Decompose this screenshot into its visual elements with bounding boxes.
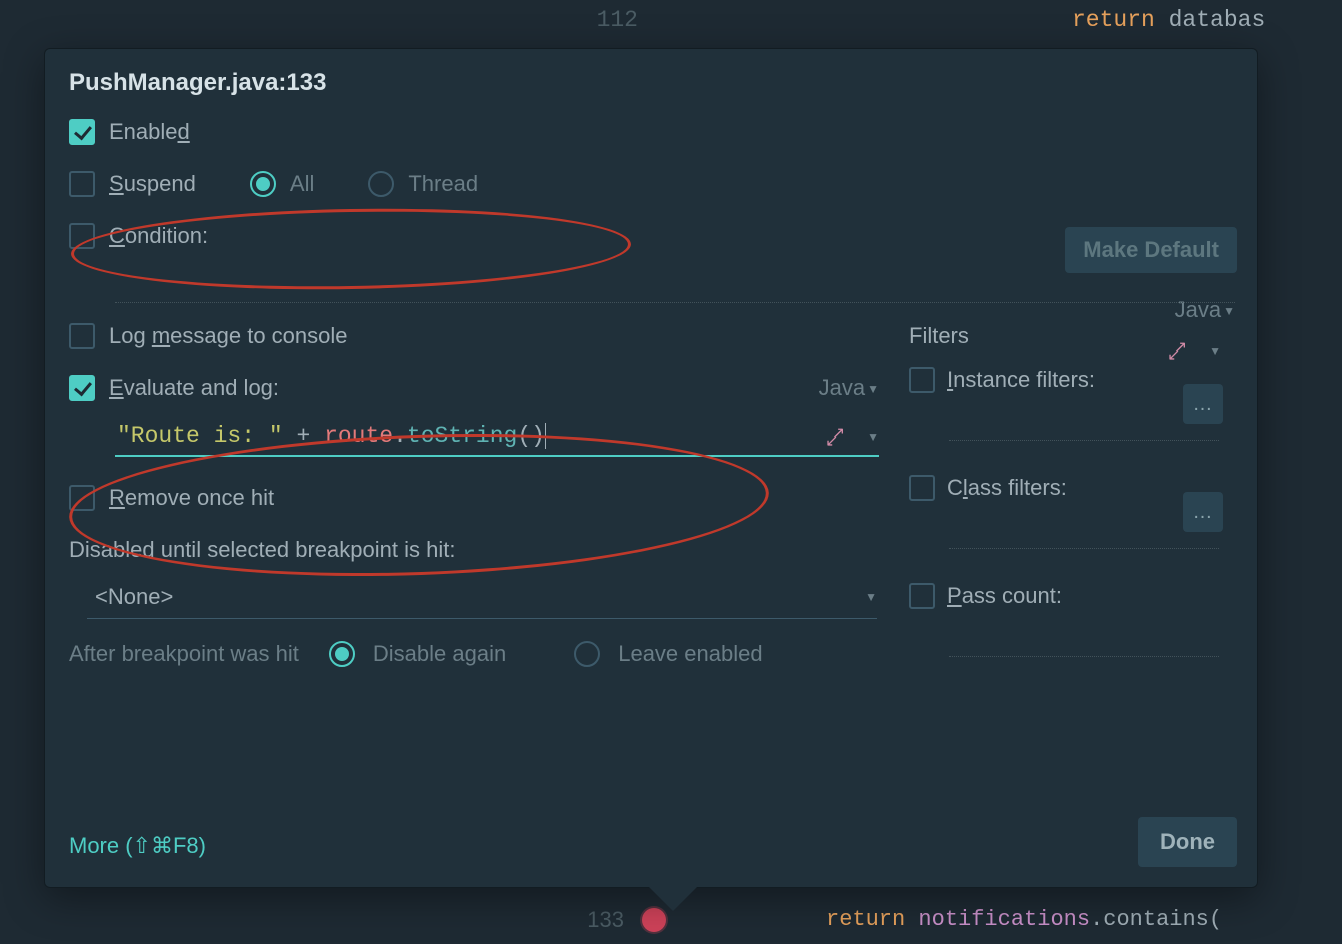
class-filters-label: Class filters: <box>947 475 1067 501</box>
breakpoint-dialog: PushManager.java:133 Enabled Suspend All… <box>44 48 1258 888</box>
class-filters-checkbox[interactable] <box>909 475 935 501</box>
enabled-label: Enabled <box>109 119 190 145</box>
suspend-all-radio[interactable] <box>250 171 276 197</box>
condition-checkbox[interactable] <box>69 223 95 249</box>
condition-label: Condition: <box>109 223 208 249</box>
log-message-label: Log message to console <box>109 323 348 349</box>
done-button[interactable]: Done <box>1138 817 1237 867</box>
chevron-down-icon[interactable]: ▼ <box>1209 344 1221 358</box>
thread-label: Thread <box>408 171 478 197</box>
pass-count-checkbox[interactable] <box>909 583 935 609</box>
leave-enabled-label: Leave enabled <box>618 641 762 667</box>
expand-icon[interactable] <box>825 427 845 447</box>
evaluate-log-checkbox[interactable] <box>69 375 95 401</box>
code-line: return notifications.contains( <box>826 896 1222 944</box>
chevron-down-icon: ▼ <box>865 590 877 604</box>
pass-count-label: Pass count: <box>947 583 1062 609</box>
disable-again-radio[interactable] <box>329 641 355 667</box>
gutter: 112 <box>578 0 638 40</box>
breakpoint-icon[interactable] <box>642 908 666 932</box>
instance-filters-label: Instance filters: <box>947 367 1095 393</box>
chevron-down-icon[interactable]: ▼ <box>867 430 879 444</box>
disabled-until-label: Disabled until selected breakpoint is hi… <box>69 537 879 563</box>
class-filters-input[interactable]: … <box>949 513 1219 549</box>
evaluate-expression-input[interactable]: "Route is: " + route.toString() <box>115 419 879 457</box>
line-number: 112 <box>578 0 638 40</box>
none-value: <None> <box>87 584 173 610</box>
all-label: All <box>290 171 314 197</box>
eval-language-dropdown[interactable]: Java▼ <box>819 375 879 401</box>
dialog-title: PushManager.java:133 <box>69 69 1233 97</box>
after-hit-label: After breakpoint was hit <box>69 641 299 667</box>
ellipsis-button[interactable]: … <box>1183 492 1223 532</box>
expand-icon[interactable] <box>1167 341 1187 361</box>
leave-enabled-radio[interactable] <box>574 641 600 667</box>
disable-again-label: Disable again <box>373 641 506 667</box>
remove-once-hit-label: Remove once hit <box>109 485 274 511</box>
condition-input[interactable] <box>115 267 1235 303</box>
ellipsis-button[interactable]: … <box>1183 384 1223 424</box>
line-number: 133 <box>578 896 624 944</box>
log-message-checkbox[interactable] <box>69 323 95 349</box>
enabled-checkbox[interactable] <box>69 119 95 145</box>
remove-once-hit-checkbox[interactable] <box>69 485 95 511</box>
instance-filters-input[interactable]: … <box>949 405 1219 441</box>
evaluate-log-label: Evaluate and log: <box>109 375 279 401</box>
more-link[interactable]: More (⇧⌘F8) <box>69 833 206 859</box>
disabled-until-select[interactable]: <None> ▼ <box>87 575 877 619</box>
pass-count-input[interactable] <box>949 621 1219 657</box>
instance-filters-checkbox[interactable] <box>909 367 935 393</box>
suspend-thread-radio[interactable] <box>368 171 394 197</box>
suspend-checkbox[interactable] <box>69 171 95 197</box>
suspend-label: Suspend <box>109 171 196 197</box>
